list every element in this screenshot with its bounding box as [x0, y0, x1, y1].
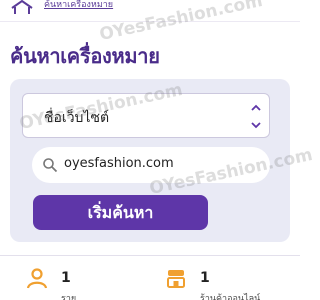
- search-input-value: oyesfashion.com: [64, 156, 174, 171]
- stat-online-stores-label: ร้านค้าออนไลน์: [200, 294, 261, 300]
- search-input[interactable]: oyesfashion.com: [32, 147, 270, 183]
- search-icon: [43, 158, 58, 173]
- breadcrumb-link[interactable]: ค้นหาเครื่องหมาย: [44, 0, 113, 10]
- stat-records-value: 1: [61, 270, 71, 286]
- stats-bar: 1 ราย 1 ร้านค้าออนไลน์: [0, 255, 300, 300]
- store-icon: [167, 270, 185, 288]
- start-search-button[interactable]: เริ่มค้นหา: [33, 195, 208, 230]
- stats-divider: [0, 255, 300, 256]
- search-type-select[interactable]: ชื่อเว็บไซต์: [22, 93, 270, 138]
- top-bar: ค้นหาเครื่องหมาย: [0, 0, 300, 22]
- top-bar-divider: [0, 21, 300, 22]
- stat-online-stores[interactable]: 1 ร้านค้าออนไลน์: [165, 267, 295, 300]
- stat-online-stores-value: 1: [200, 270, 210, 286]
- user-icon: [26, 268, 48, 289]
- page-title: ค้นหาเครื่องหมาย: [10, 44, 160, 68]
- stat-records-label: ราย: [61, 294, 77, 300]
- chevron-up-icon: [251, 104, 261, 111]
- search-type-value: ชื่อเว็บไซต์: [44, 110, 110, 126]
- chevron-down-icon: [251, 122, 261, 129]
- stat-records[interactable]: 1 ราย: [26, 267, 146, 300]
- home-icon[interactable]: [10, 0, 34, 14]
